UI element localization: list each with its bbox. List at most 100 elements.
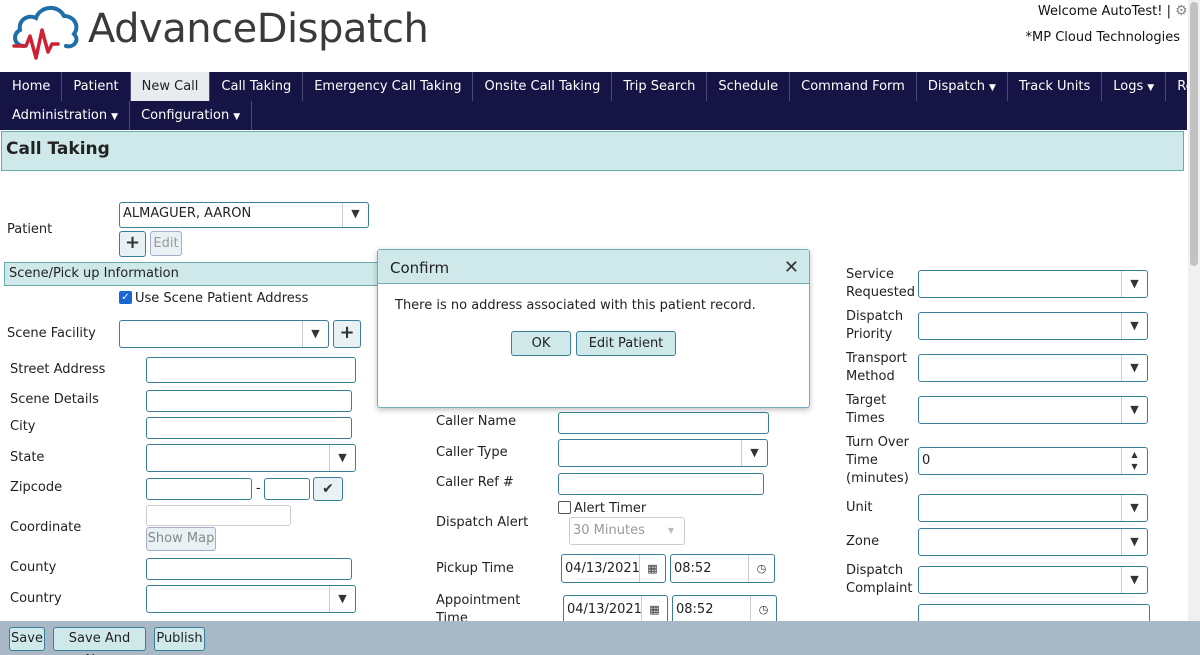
page-title: Call Taking: [6, 139, 110, 159]
nav-onsite-call-taking[interactable]: Onsite Call Taking: [473, 72, 613, 101]
appointment-clock-input[interactable]: 08:52 ◷: [672, 595, 777, 624]
calendar-icon[interactable]: ▦: [639, 555, 665, 582]
zipcode-dash: -: [256, 481, 261, 496]
street-address-input[interactable]: [146, 357, 356, 383]
nav-dispatch[interactable]: Dispatch ▼: [917, 72, 1008, 101]
zipcode-input[interactable]: [146, 478, 252, 500]
dispatch-complaint-select[interactable]: ▼: [918, 566, 1148, 594]
show-map-button[interactable]: Show Map: [146, 527, 216, 551]
nav-configuration-label: Configuration: [141, 108, 230, 123]
transport-method-select[interactable]: ▼: [918, 354, 1148, 382]
nav-command-form[interactable]: Command Form: [790, 72, 917, 101]
spinner-arrows-icon[interactable]: ▲ ▼: [1121, 448, 1147, 474]
caller-name-label: Caller Name: [436, 414, 517, 429]
nav-logs-label: Logs: [1113, 79, 1144, 94]
scene-facility-select[interactable]: ▼: [119, 320, 329, 348]
nav-row-1: Home Patient New Call Call Taking Emerge…: [0, 72, 1200, 101]
save-button[interactable]: Save: [9, 627, 45, 651]
nav-administration[interactable]: Administration ▼: [1, 101, 131, 130]
scene-section-header[interactable]: Scene/Pick up Information: [4, 262, 384, 286]
appointment-date-input[interactable]: 04/13/2021 ▦: [563, 595, 668, 624]
target-times-select[interactable]: ▼: [918, 396, 1148, 424]
caret-down-icon: ▼: [988, 83, 996, 93]
alert-timer-checkbox[interactable]: [558, 501, 571, 514]
validate-zip-button[interactable]: ✔: [313, 477, 343, 501]
state-label: State: [10, 450, 45, 465]
target-times-label-2: Times: [846, 411, 885, 426]
ok-button[interactable]: OK: [511, 331, 571, 356]
service-requested-select[interactable]: ▼: [918, 270, 1148, 298]
caller-type-select[interactable]: ▼: [558, 439, 768, 467]
edit-patient-dialog-button[interactable]: Edit Patient: [576, 331, 676, 356]
clock-icon[interactable]: ◷: [748, 555, 774, 582]
zipcode-ext-input[interactable]: [264, 478, 310, 500]
scrollbar-thumb[interactable]: [1190, 2, 1198, 266]
chevron-down-icon: ▼: [1121, 495, 1147, 521]
dispatch-alert-select[interactable]: 30 Minutes ▼: [569, 517, 685, 545]
chevron-down-icon: ▼: [342, 203, 368, 227]
use-scene-address-checkbox[interactable]: ✓: [119, 291, 132, 304]
clock-icon[interactable]: ◷: [750, 596, 776, 623]
nav-home[interactable]: Home: [1, 72, 63, 101]
caller-name-input[interactable]: [558, 412, 769, 434]
chevron-down-icon: ▼: [741, 440, 767, 466]
dialog-title-bar: Confirm ✕: [378, 250, 809, 284]
chevron-down-icon: ▼: [1121, 567, 1147, 593]
edit-patient-button[interactable]: Edit: [150, 231, 182, 256]
nav-trip-search[interactable]: Trip Search: [612, 72, 708, 101]
pickup-date-value: 04/13/2021: [565, 561, 640, 576]
scene-details-label: Scene Details: [10, 392, 99, 407]
dispatch-complaint-label-2: Complaint: [846, 581, 913, 596]
unit-select[interactable]: ▼: [918, 494, 1148, 522]
nav-logs[interactable]: Logs ▼: [1102, 72, 1167, 101]
city-input[interactable]: [146, 417, 352, 439]
scene-details-input[interactable]: [146, 390, 352, 412]
footer-toolbar: Save Save And New Publish: [0, 621, 1200, 655]
chevron-down-icon: ▼: [329, 445, 355, 471]
welcome-message: Welcome AutoTest! | ⚙: [1038, 4, 1190, 20]
turn-over-label-1: Turn Over: [846, 435, 909, 450]
nav-configuration[interactable]: Configuration ▼: [130, 101, 253, 130]
app-logo[interactable]: AdvanceDispatch: [10, 0, 430, 70]
city-label: City: [10, 419, 36, 434]
patient-select[interactable]: ALMAGUER, AARON ▼: [119, 202, 369, 228]
nav-new-call[interactable]: New Call: [130, 72, 211, 101]
nav-patient[interactable]: Patient: [62, 72, 131, 101]
pickup-clock-input[interactable]: 08:52 ◷: [670, 554, 775, 583]
zone-select[interactable]: ▼: [918, 528, 1148, 556]
calendar-icon[interactable]: ▦: [641, 596, 667, 623]
county-label: County: [10, 560, 57, 575]
nav-row-2: Administration ▼ Configuration ▼: [0, 101, 1187, 130]
chevron-down-icon: ▼: [1121, 529, 1147, 555]
nav-emergency-call-taking[interactable]: Emergency Call Taking: [303, 72, 474, 101]
turn-over-label-3: (minutes): [846, 471, 909, 486]
add-patient-button[interactable]: +: [119, 231, 146, 257]
nav-track-units[interactable]: Track Units: [1008, 72, 1103, 101]
close-icon[interactable]: ✕: [784, 250, 799, 286]
logo-text: AdvanceDispatch: [88, 6, 429, 52]
nav-schedule[interactable]: Schedule: [707, 72, 791, 101]
state-select[interactable]: ▼: [146, 444, 356, 472]
add-facility-button[interactable]: +: [333, 320, 361, 348]
country-select[interactable]: ▼: [146, 585, 356, 613]
coordinate-input[interactable]: [146, 505, 291, 526]
publish-button[interactable]: Publish: [154, 627, 205, 651]
street-address-label: Street Address: [10, 362, 106, 377]
scene-facility-label: Scene Facility: [7, 326, 96, 341]
appointment-date-value: 04/13/2021: [567, 602, 642, 617]
chevron-down-icon: ▼: [302, 321, 328, 347]
page-scrollbar[interactable]: [1188, 0, 1200, 621]
country-label: Country: [10, 591, 62, 606]
chevron-down-icon: ▼: [1121, 271, 1147, 297]
nav-call-taking[interactable]: Call Taking: [210, 72, 304, 101]
turn-over-stepper[interactable]: 0 ▲ ▼: [918, 447, 1148, 475]
chevron-down-icon: ▼: [1121, 313, 1147, 339]
caller-ref-input[interactable]: [558, 473, 764, 495]
dispatch-priority-select[interactable]: ▼: [918, 312, 1148, 340]
dispatch-alert-value: 30 Minutes: [573, 523, 645, 538]
save-and-new-button[interactable]: Save And New: [53, 627, 146, 655]
pickup-date-input[interactable]: 04/13/2021 ▦: [561, 554, 666, 583]
chevron-down-icon: ▼: [667, 526, 675, 535]
county-input[interactable]: [146, 558, 352, 580]
zipcode-label: Zipcode: [10, 480, 63, 495]
